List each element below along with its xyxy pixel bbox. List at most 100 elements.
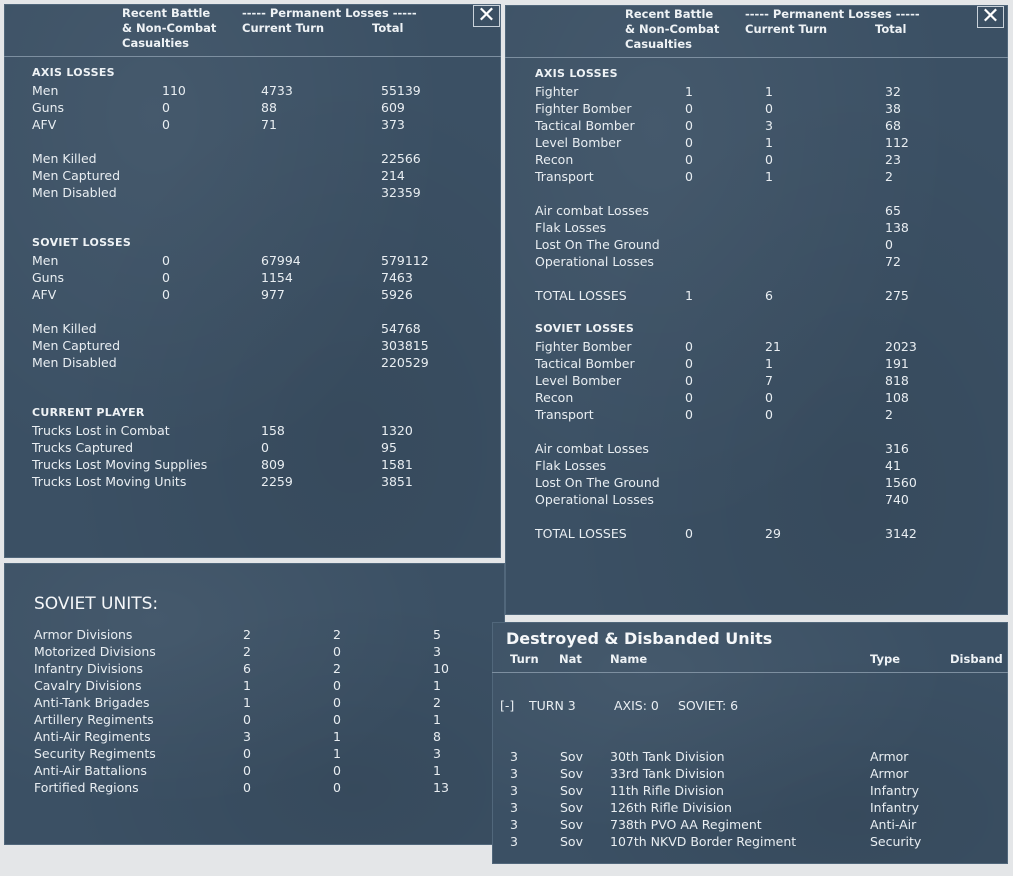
current-value: 1 (765, 135, 773, 150)
detail-row: Lost On The Ground 1560 (505, 474, 1008, 491)
col-disband-header[interactable]: Disband (950, 652, 1003, 667)
total-value: 214 (381, 168, 405, 183)
current-value: 6 (765, 288, 773, 303)
detail-label: Air combat Losses (535, 203, 649, 218)
current-value: 158 (261, 423, 285, 438)
recent-value: 0 (162, 117, 170, 132)
aircraft-label: Transport (535, 407, 594, 422)
detail-row: Air combat Losses 65 (505, 202, 1008, 219)
total-value: 23 (885, 152, 901, 167)
total-value: 3851 (381, 474, 413, 489)
unit-type-label: Anti-Tank Brigades (34, 695, 150, 710)
unit-count-c: 1 (433, 678, 441, 693)
unit-name: 30th Tank Division (610, 749, 725, 764)
unit-turn: 3 (510, 766, 518, 781)
detail-row: Men Disabled 32359 (4, 184, 501, 201)
unit-nat: Sov (560, 817, 583, 832)
recent-value: 0 (162, 253, 170, 268)
totals-label: TOTAL LOSSES (535, 288, 627, 303)
total-value: 72 (885, 254, 901, 269)
turn-group-row[interactable]: [-] TURN 3 AXIS: 0 SOVIET: 6 (492, 697, 1008, 714)
collapse-toggle-icon[interactable]: [-] (500, 697, 514, 714)
loss-row: Men 110 4733 55139 (4, 82, 501, 99)
unit-count-b: 1 (333, 746, 341, 761)
current-value: 3 (765, 118, 773, 133)
table-row[interactable]: 3 Sov 11th Rifle Division Infantry (492, 782, 1008, 799)
table-row[interactable]: 3 Sov 738th PVO AA Regiment Anti-Air (492, 816, 1008, 833)
close-icon[interactable]: ✕ (977, 6, 1004, 28)
aircraft-label: Level Bomber (535, 135, 622, 150)
table-row[interactable]: 3 Sov 33rd Tank Division Armor (492, 765, 1008, 782)
col-type-header[interactable]: Type (870, 652, 900, 667)
unit-row: Motorized Divisions 2 0 3 (4, 643, 505, 660)
current-player-title: CURRENT PLAYER (32, 406, 145, 419)
total-value: 2023 (885, 339, 917, 354)
truck-row: Trucks Lost Moving Supplies 809 1581 (4, 456, 501, 473)
recent-value: 0 (685, 101, 693, 116)
unit-count-b: 1 (333, 729, 341, 744)
unit-nat: Sov (560, 766, 583, 781)
detail-label: Men Captured (32, 168, 121, 183)
recent-value: 0 (685, 407, 693, 422)
recent-value: 110 (162, 83, 186, 98)
loss-label: AFV (32, 287, 57, 302)
col-turn-header[interactable]: Turn (510, 652, 539, 667)
recent-value: 0 (162, 287, 170, 302)
detail-label: Operational Losses (535, 492, 654, 507)
total-value: 2 (885, 407, 893, 422)
unit-count-a: 1 (243, 678, 251, 693)
current-value: 2259 (261, 474, 293, 489)
truck-row: Trucks Captured 0 95 (4, 439, 501, 456)
table-row[interactable]: 3 Sov 30th Tank Division Armor (492, 748, 1008, 765)
loss-label: Men (32, 83, 59, 98)
total-value: 112 (885, 135, 909, 150)
detail-row: Flak Losses 41 (505, 457, 1008, 474)
unit-turn: 3 (510, 783, 518, 798)
current-turn-header: Current Turn (745, 22, 828, 36)
detail-label: Lost On The Ground (535, 475, 660, 490)
unit-count-b: 0 (333, 780, 341, 795)
recent-value: 0 (685, 169, 693, 184)
recent-value: 0 (162, 270, 170, 285)
total-value: 740 (885, 492, 909, 507)
soviet-units-panel: SOVIET UNITS: Armor Divisions 2 2 5 Motorize… (4, 563, 505, 845)
unit-row: Infantry Divisions 6 2 10 (4, 660, 505, 677)
current-value: 7 (765, 373, 773, 388)
unit-row: Anti-Air Battalions 0 0 1 (4, 762, 505, 779)
table-row[interactable]: 3 Sov 126th Rifle Division Infantry (492, 799, 1008, 816)
total-value: 108 (885, 390, 909, 405)
current-value: 29 (765, 526, 781, 541)
total-value: 32 (885, 84, 901, 99)
unit-count-c: 3 (433, 644, 441, 659)
unit-count-a: 3 (243, 729, 251, 744)
aircraft-label: Tactical Bomber (535, 118, 635, 133)
unit-type-label: Infantry Divisions (34, 661, 144, 676)
unit-count-a: 0 (243, 780, 251, 795)
total-value: 41 (885, 458, 901, 473)
soviet-losses-title: SOVIET LOSSES (32, 236, 132, 249)
current-turn-header: Current Turn (242, 21, 325, 35)
unit-row: Armor Divisions 2 2 5 (4, 626, 505, 643)
unit-count-a: 0 (243, 712, 251, 727)
aircraft-label: Recon (535, 152, 574, 167)
unit-name: 738th PVO AA Regiment (610, 817, 762, 832)
col-nat-header[interactable]: Nat (559, 652, 582, 667)
header-divider (4, 56, 501, 57)
detail-row: Men Captured 303815 (4, 337, 501, 354)
unit-type: Infantry (870, 800, 920, 815)
ground-losses-panel: Recent Battle & Non-Combat Casualties --… (4, 4, 501, 558)
col-name-header[interactable]: Name (610, 652, 647, 667)
unit-turn: 3 (510, 817, 518, 832)
total-value: 7463 (381, 270, 413, 285)
recent-value: 0 (685, 152, 693, 167)
truck-label: Trucks Captured (32, 440, 134, 455)
total-value: 22566 (381, 151, 421, 166)
table-row[interactable]: 3 Sov 107th NKVD Border Regiment Security (492, 833, 1008, 850)
loss-row: Tactical Bomber 0 3 68 (505, 117, 1008, 134)
truck-label: Trucks Lost Moving Supplies (32, 457, 208, 472)
unit-count-a: 1 (243, 695, 251, 710)
truck-row: Trucks Lost Moving Units 2259 3851 (4, 473, 501, 490)
loss-row: Tactical Bomber 0 1 191 (505, 355, 1008, 372)
truck-row: Trucks Lost in Combat 158 1320 (4, 422, 501, 439)
close-icon[interactable]: ✕ (473, 5, 500, 27)
